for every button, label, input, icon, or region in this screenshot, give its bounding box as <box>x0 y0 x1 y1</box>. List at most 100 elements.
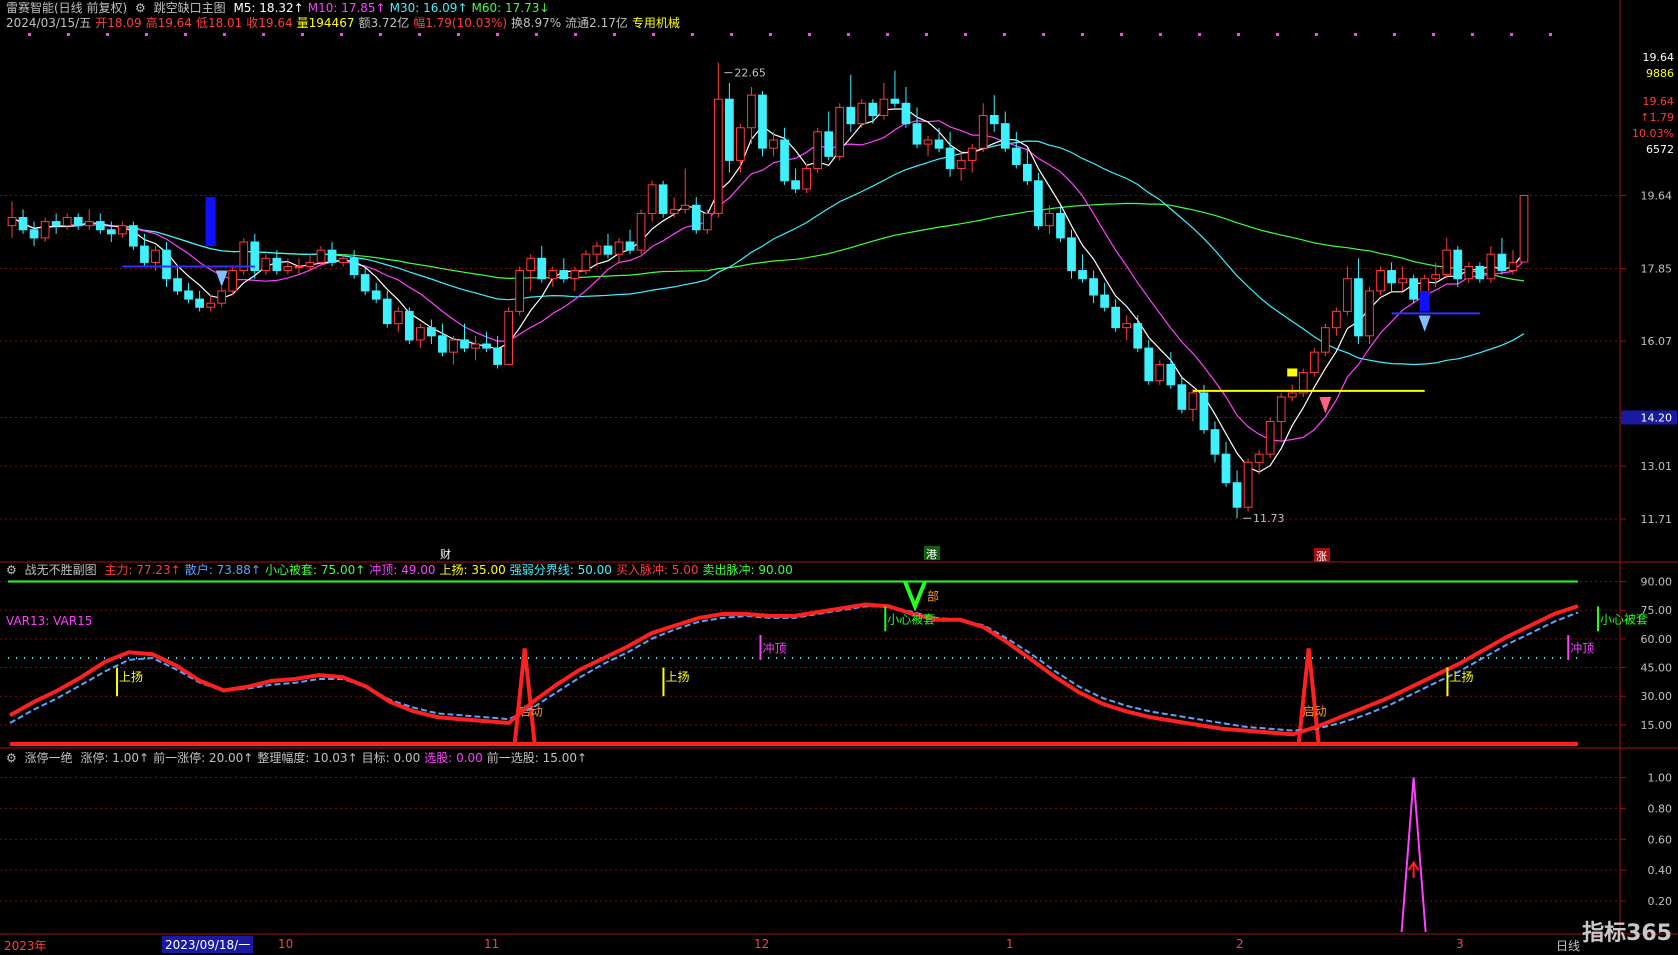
candle-body <box>515 270 525 312</box>
buy-spike <box>512 648 537 745</box>
candle <box>1122 315 1132 340</box>
candle-body <box>18 217 28 231</box>
candle <box>239 237 249 275</box>
sub1-tick-label: 30.00 <box>1641 690 1673 703</box>
candle <box>901 86 911 128</box>
candle <box>1155 360 1165 385</box>
candle-body <box>151 249 160 263</box>
candle <box>40 217 50 242</box>
candle-body <box>305 261 315 267</box>
candle <box>1199 384 1209 434</box>
right-info-2: 19.64 <box>1642 95 1675 108</box>
candle-body <box>736 127 745 161</box>
candle-body <box>206 302 216 308</box>
candle <box>736 123 745 173</box>
candle <box>1453 246 1463 287</box>
candle-body <box>945 147 955 170</box>
candle <box>327 242 337 267</box>
sub1-gear-icon[interactable]: ⚙ <box>6 563 17 577</box>
date-m2: 2 <box>1236 937 1244 951</box>
candle <box>515 266 525 316</box>
sub2-legend-0: 涨停: 1.00↑ <box>80 751 150 765</box>
signal-dot <box>1276 33 1279 36</box>
sub2-gear-icon[interactable]: ⚙ <box>6 751 17 765</box>
sub2-legend-3: 目标: 0.00 <box>361 751 421 765</box>
candle <box>725 82 734 173</box>
candle-body <box>73 217 83 227</box>
sub2-title[interactable]: 涨停一绝 <box>25 751 73 765</box>
candle-body <box>1365 290 1374 337</box>
candle-body <box>316 249 326 263</box>
date-cursor[interactable]: 2023/09/18/一 <box>162 936 254 953</box>
signal-dot <box>691 33 694 36</box>
candle <box>1011 131 1021 169</box>
candle-body <box>857 102 867 125</box>
candle <box>162 242 171 287</box>
candle-body <box>1276 396 1286 423</box>
date-year: 2023年 <box>4 939 47 953</box>
candle-body <box>1508 261 1518 272</box>
candle <box>1000 111 1010 153</box>
blue-block-2 <box>1419 290 1430 312</box>
candle-body <box>338 257 348 263</box>
candle-body <box>1188 392 1198 410</box>
signal-dot <box>418 33 421 36</box>
candle-body <box>901 102 911 125</box>
sub1-tick-label: 15.00 <box>1641 719 1673 732</box>
candle <box>1343 266 1352 316</box>
candle-body <box>327 249 337 263</box>
candle <box>1497 237 1507 275</box>
candle <box>7 201 17 238</box>
high-label: 22.65 <box>734 67 766 80</box>
candle-body <box>1022 163 1032 182</box>
candle-body <box>625 241 635 251</box>
sub2-legend-5: 前一选股: 15.00↑ <box>486 751 588 765</box>
date-period[interactable]: 日线 <box>1556 937 1580 954</box>
candle <box>1188 388 1198 422</box>
candle-body <box>802 168 811 190</box>
candle <box>382 290 392 328</box>
candle-body <box>184 290 193 300</box>
candle-body <box>393 310 403 325</box>
signal-dot <box>340 33 343 36</box>
candle <box>1022 148 1032 185</box>
sub2-tick-label: 1.00 <box>1648 771 1673 784</box>
candle-body <box>713 98 723 214</box>
candle-body <box>438 335 447 353</box>
candle <box>184 282 193 304</box>
candle <box>415 323 425 349</box>
candle <box>173 266 182 296</box>
candle-body <box>636 212 646 251</box>
candle <box>526 254 536 291</box>
candle-body <box>923 139 933 145</box>
right-info-0: 19.64 <box>1642 51 1675 64</box>
candle <box>1486 246 1496 283</box>
signal-dot <box>886 33 889 36</box>
candle-body <box>1298 372 1308 394</box>
candle-body <box>1056 212 1065 239</box>
signal-dot <box>1354 33 1357 36</box>
candle <box>978 103 988 153</box>
candle <box>1232 470 1242 519</box>
candle-body <box>813 131 823 170</box>
retail-line <box>9 605 1579 732</box>
sub1-legend-4: 上扬: 35.00 <box>439 563 506 577</box>
candle-body <box>1409 278 1418 300</box>
candle <box>371 282 381 304</box>
candle <box>857 99 867 128</box>
signal-dot <box>1081 33 1084 36</box>
candle <box>1398 266 1407 291</box>
chart-canvas[interactable]: 22.6511.73财港涨 启动 启动部上扬 上扬 上扬冲顶 冲顶小心被套 小心被套 19… <box>0 0 1678 936</box>
candle-body <box>7 217 17 227</box>
candle-body <box>349 257 359 276</box>
candle <box>956 152 966 181</box>
candle-body <box>1045 212 1054 227</box>
up-tag: 上扬 <box>119 669 143 684</box>
candle-body <box>702 212 712 231</box>
sub1-title[interactable]: 战无不胜副图 <box>25 563 97 577</box>
candle-body <box>1144 347 1154 382</box>
signal-dot <box>1471 33 1474 36</box>
signal-dot <box>535 33 538 36</box>
candle <box>95 213 105 234</box>
signal-dot <box>184 33 187 36</box>
